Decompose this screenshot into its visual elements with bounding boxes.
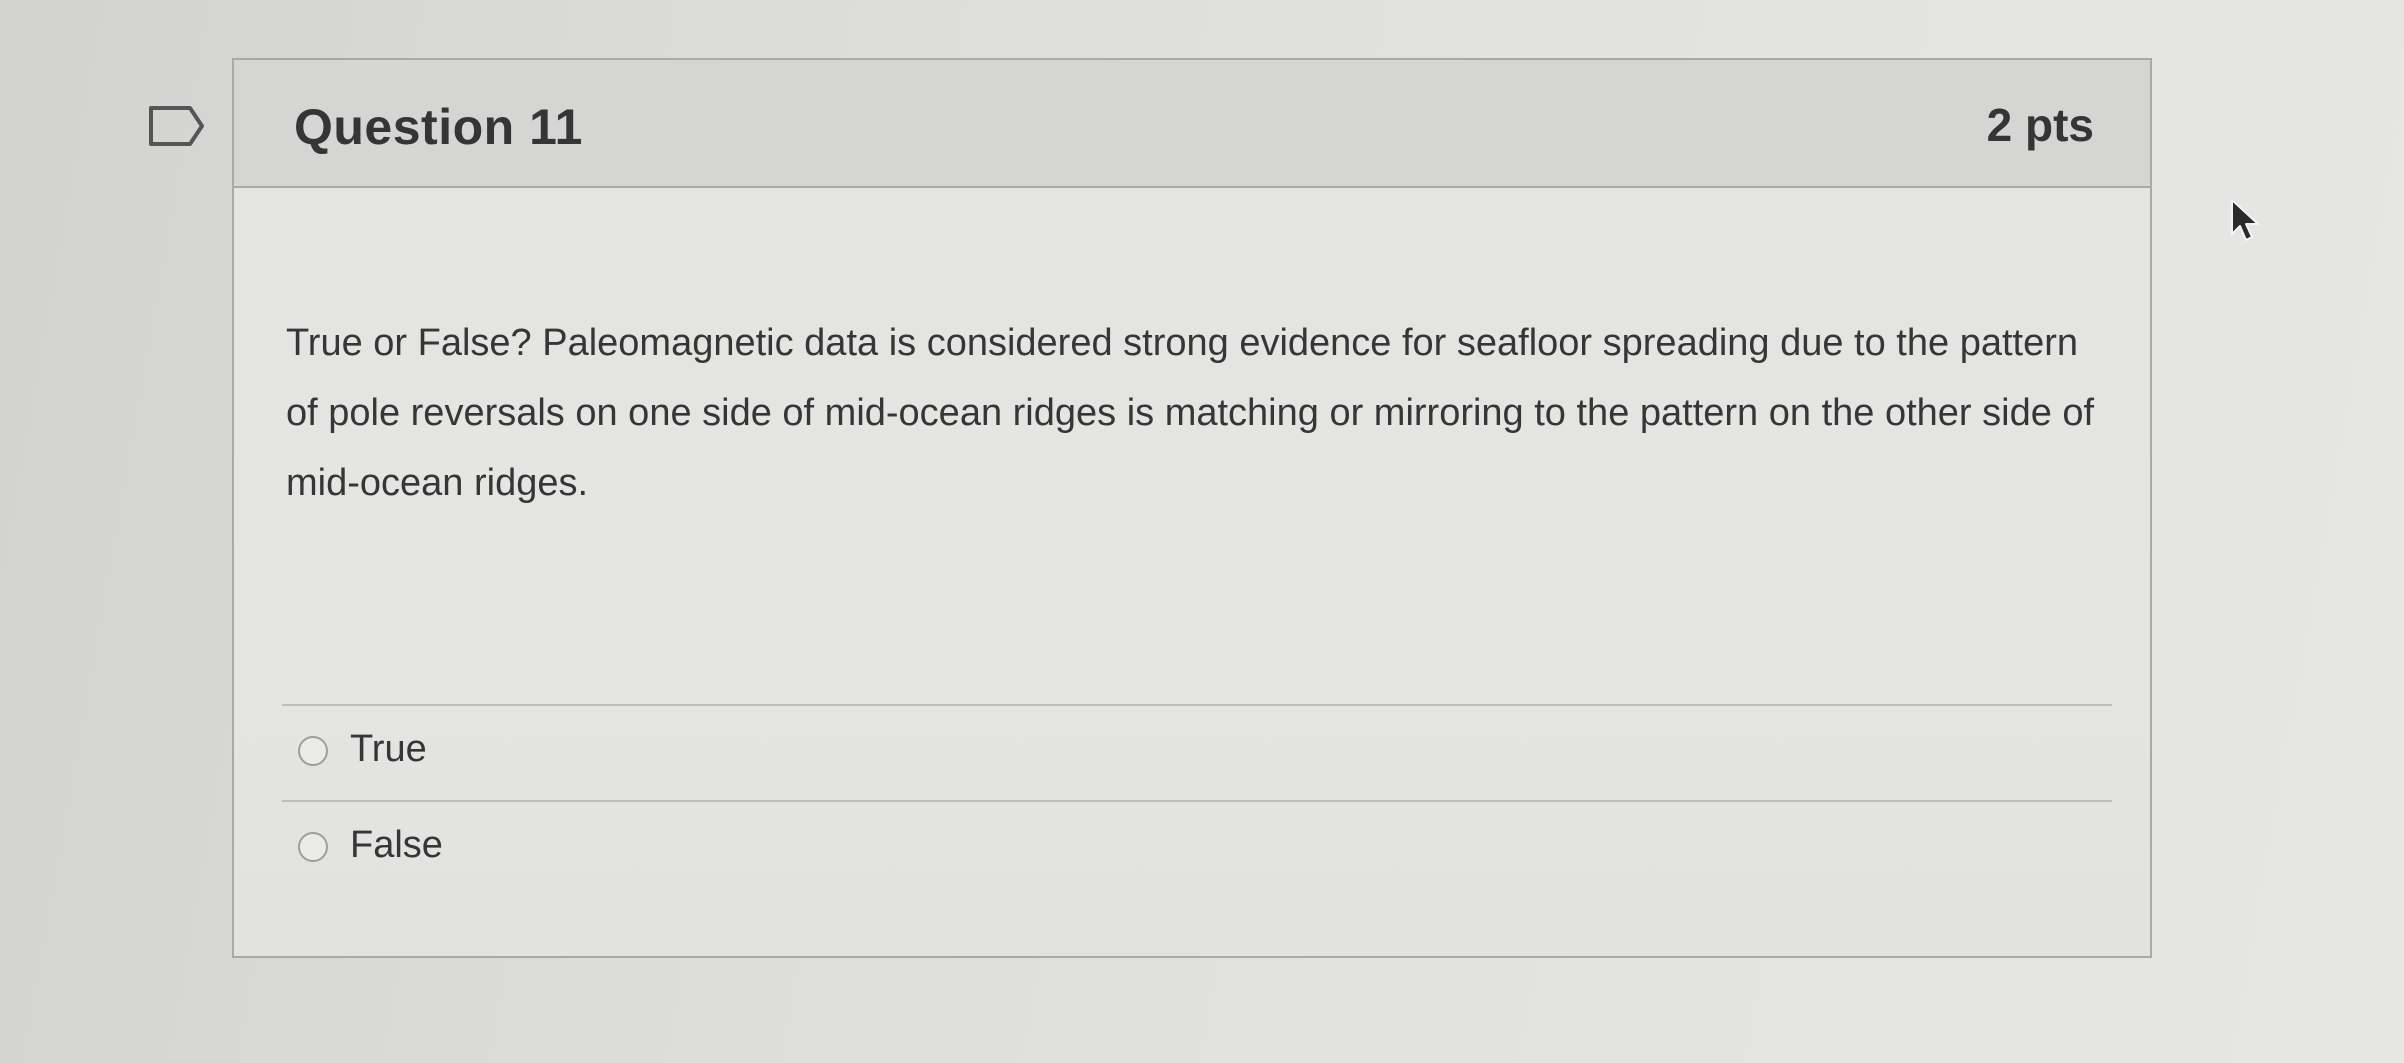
answer-option-false[interactable]: False bbox=[282, 800, 2112, 896]
question-title: Question 11 bbox=[294, 99, 583, 155]
answer-label[interactable]: True bbox=[350, 728, 427, 771]
question-points: 2 pts bbox=[1986, 99, 2094, 151]
answer-label[interactable]: False bbox=[350, 824, 443, 867]
mouse-pointer-icon bbox=[2231, 199, 2259, 241]
radio-button-false[interactable] bbox=[298, 832, 328, 862]
question-text: True or False? Paleomagnetic data is con… bbox=[286, 322, 2095, 504]
flag-icon[interactable] bbox=[148, 104, 206, 148]
answer-option-true[interactable]: True bbox=[282, 704, 2112, 800]
question-header: Question 11 2 pts bbox=[234, 60, 2150, 188]
radio-button-true[interactable] bbox=[298, 736, 328, 766]
answer-list: True False bbox=[282, 704, 2112, 896]
question-card: Question 11 2 pts True or False? Paleoma… bbox=[232, 58, 2152, 958]
